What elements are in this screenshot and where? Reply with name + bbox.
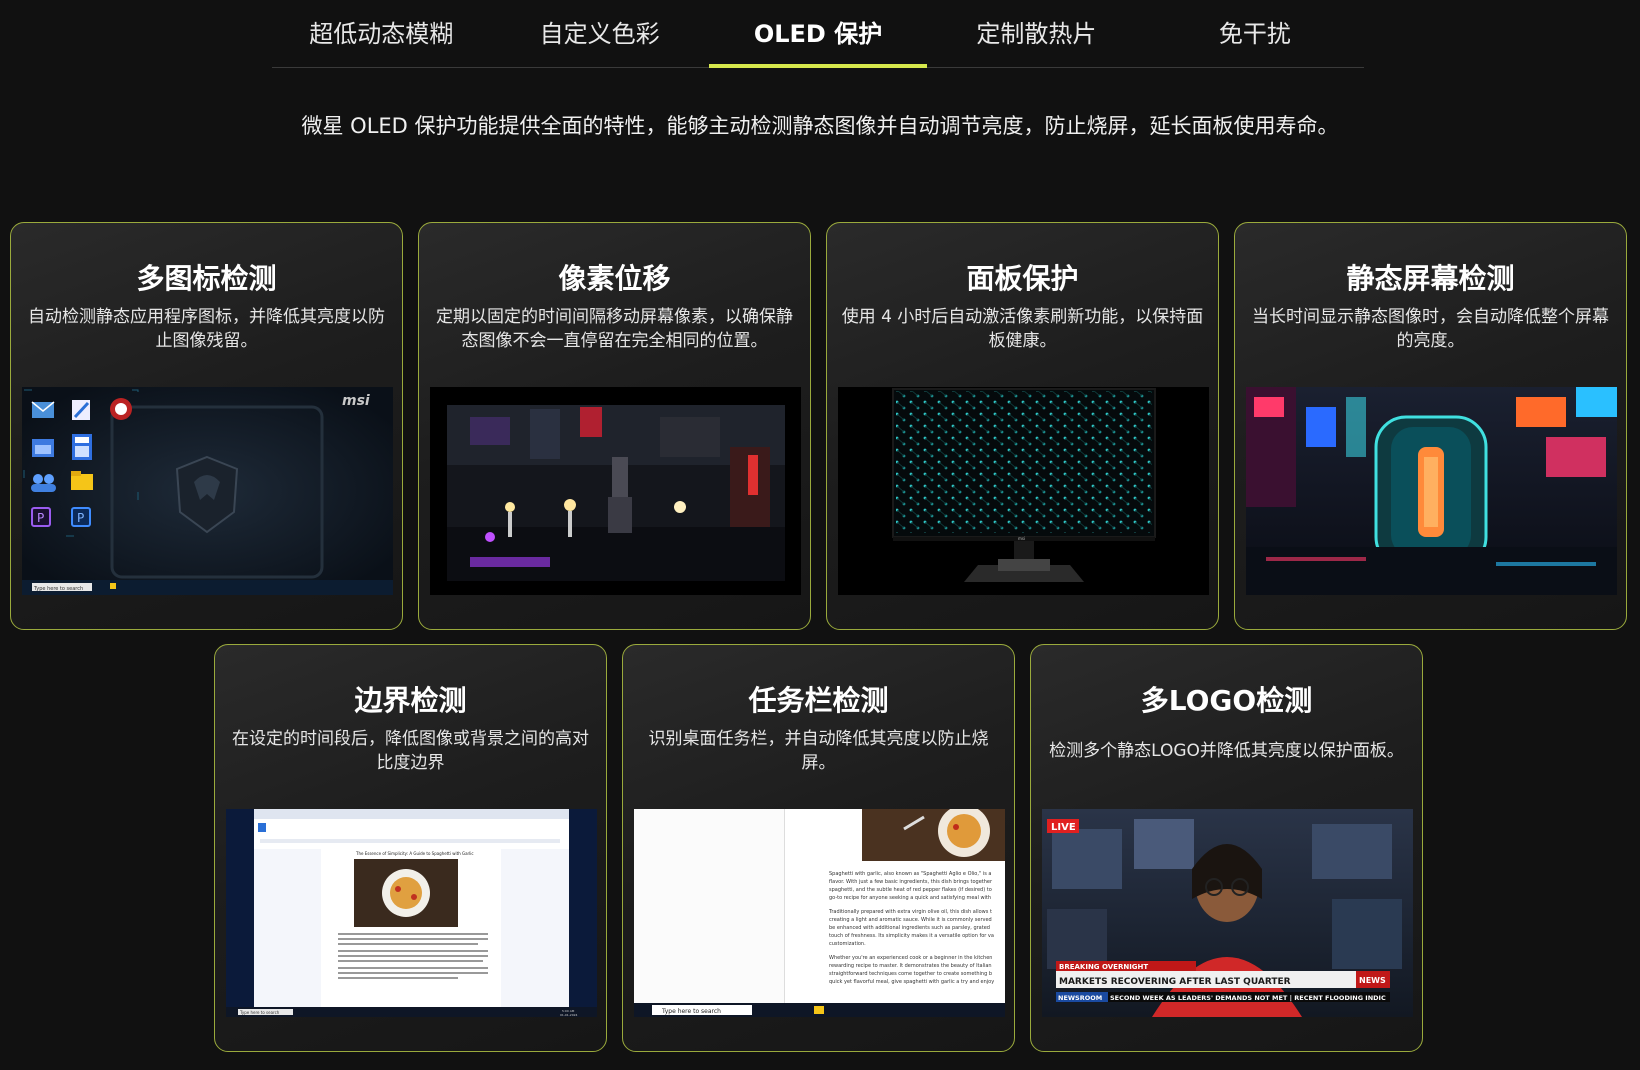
desktop-icons-screenshot: msi P P Type here to search	[22, 387, 393, 595]
mail-icon	[31, 401, 55, 418]
svg-text:msi: msi	[1018, 536, 1025, 541]
intro-text: 微星 OLED 保护功能提供全面的特性，能够主动检测静态图像并自动调节亮度，防止…	[301, 114, 1339, 138]
card-description: 当长时间显示静态图像时，会自动降低整个屏幕的亮度。	[1252, 307, 1609, 351]
svg-text:NEWSROOM: NEWSROOM	[1058, 994, 1102, 1002]
document-editor-screenshot: The Essence of Simplicity: A Guide to Sp…	[226, 809, 597, 1017]
svg-text:P: P	[37, 511, 44, 525]
svg-text:spaghetti, and the subtle heat: spaghetti, and the subtle heat of red pe…	[829, 887, 992, 893]
taskbar-search-text: Type here to search	[33, 586, 83, 592]
feature-card-multi-logo: 多LOGO检测 检测多个静态LOGO并降低其亮度以保护面板。 LIVE BREA…	[1030, 644, 1423, 1052]
taskbar-search-text: Type here to search	[661, 1008, 721, 1015]
svg-text:creating a light and aromatic: creating a light and aromatic sauce. Whi…	[829, 917, 992, 923]
svg-text:SECOND WEEK AS LEADERS' DEMAND: SECOND WEEK AS LEADERS' DEMANDS NOT MET …	[1110, 994, 1386, 1003]
svg-text:go-to recipe for anyone seekin: go-to recipe for anyone seeking a quick …	[829, 895, 991, 901]
svg-text:Whether you're an experienced: Whether you're an experienced cook or a …	[829, 955, 992, 961]
calculator-icon	[72, 434, 92, 460]
feature-card-boundary: 边界检测 在设定的时间段后，降低图像或背景之间的高对比度边界 The Essen…	[214, 644, 607, 1052]
feature-card-taskbar: 任务栏检测 识别桌面任务栏，并自动降低其亮度以防止烧屏。 Spaghetti w…	[622, 644, 1015, 1052]
svg-text:rewarding recipe to master. It: rewarding recipe to master. It demonstra…	[829, 963, 992, 969]
msi-dragon-icon	[110, 398, 132, 420]
svg-text:be enhanced with additional in: be enhanced with additional ingredients …	[829, 925, 990, 931]
card-description: 在设定的时间段后，降低图像或背景之间的高对比度边界	[232, 729, 589, 773]
feature-card-pixel-shift: 像素位移 定期以固定的时间间隔移动屏幕像素，以确保静态图像不会一直停留在完全相同…	[418, 222, 811, 630]
tab-heatsink[interactable]: 定制散热片	[927, 0, 1145, 67]
svg-text:quick yet flavorful meal, give: quick yet flavorful meal, give spaghetti…	[829, 979, 994, 985]
card-title: 边界检测	[354, 684, 467, 717]
cyber-street-scene-image	[430, 387, 801, 595]
card-title: 像素位移	[558, 262, 671, 295]
svg-text:Traditionally prepared with ex: Traditionally prepared with extra virgin…	[828, 909, 992, 915]
tab-interference-free[interactable]: 免干扰	[1146, 0, 1364, 67]
taskbar-document-screenshot: Spaghetti with garlic, also known as "Sp…	[634, 809, 1005, 1017]
feature-tabs: 超低动态模糊 自定义色彩 OLED 保护 定制散热片 免干扰	[272, 0, 1364, 68]
card-description: 检测多个静态LOGO并降低其亮度以保护面板。	[1049, 741, 1404, 761]
folder-icon	[814, 1006, 824, 1014]
card-description: 自动检测静态应用程序图标，并降低其亮度以防止图像残留。	[28, 307, 385, 351]
svg-text:touch of freshness. Its simpli: touch of freshness. Its simplicity makes…	[829, 933, 994, 939]
app-p-purple-icon: P	[31, 507, 51, 527]
feature-card-panel-protection: 面板保护 使用 4 小时后自动激活像素刷新功能，以保持面板健康。 msi	[826, 222, 1219, 630]
notes-icon	[72, 400, 90, 420]
svg-text:NEWS: NEWS	[1359, 976, 1386, 985]
card-title: 静态屏幕检测	[1346, 262, 1515, 295]
live-badge: LIVE	[1051, 822, 1076, 833]
headline: MARKETS RECOVERING AFTER LAST QUARTER	[1059, 977, 1291, 987]
svg-text:P: P	[77, 511, 84, 525]
doc-title: The Essence of Simplicity: A Guide to Sp…	[355, 851, 474, 856]
svg-text:Spaghetti with garlic, also kn: Spaghetti with garlic, also known as "Sp…	[829, 871, 991, 877]
neon-city-image	[1246, 387, 1617, 595]
card-description: 定期以固定的时间间隔移动屏幕像素，以确保静态图像不会一直停留在完全相同的位置。	[436, 307, 793, 351]
tab-custom-color[interactable]: 自定义色彩	[490, 0, 708, 67]
card-description: 使用 4 小时后自动激活像素刷新功能，以保持面板健康。	[841, 307, 1204, 351]
svg-text:01-01-2024: 01-01-2024	[560, 1013, 578, 1017]
tab-motion-blur[interactable]: 超低动态模糊	[272, 0, 490, 67]
card-title: 面板保护	[966, 262, 1079, 295]
calendar-icon	[32, 439, 54, 457]
svg-text:straightforward techniques com: straightforward techniques come together…	[829, 971, 992, 977]
card-description: 识别桌面任务栏，并自动降低其亮度以防止烧屏。	[648, 729, 989, 773]
feature-card-static-screen: 静态屏幕检测 当长时间显示静态图像时，会自动降低整个屏幕的亮度。	[1234, 222, 1627, 630]
card-title: 多图标检测	[136, 262, 277, 295]
svg-text:customization.: customization.	[829, 941, 866, 947]
svg-text:BREAKING OVERNIGHT: BREAKING OVERNIGHT	[1059, 963, 1148, 971]
app-p-blue-icon: P	[71, 507, 91, 527]
svg-text:flavor. With just a few basic: flavor. With just a few basic ingredient…	[829, 879, 993, 885]
card-title: 任务栏检测	[748, 684, 889, 717]
tab-oled-care[interactable]: OLED 保护	[708, 0, 928, 68]
news-broadcast-image: LIVE BREAKING OVERNIGHT MARKETS RECOVERI…	[1042, 809, 1413, 1017]
monitor-pixel-refresh-image: msi	[838, 387, 1209, 595]
msi-logo: msi	[342, 393, 370, 409]
feature-card-multi-icon: 多图标检测 自动检测静态应用程序图标，并降低其亮度以防止图像残留。 msi P …	[10, 222, 403, 630]
card-title: 多LOGO检测	[1140, 684, 1313, 717]
taskbar-search-text: Type here to search	[239, 1010, 280, 1015]
